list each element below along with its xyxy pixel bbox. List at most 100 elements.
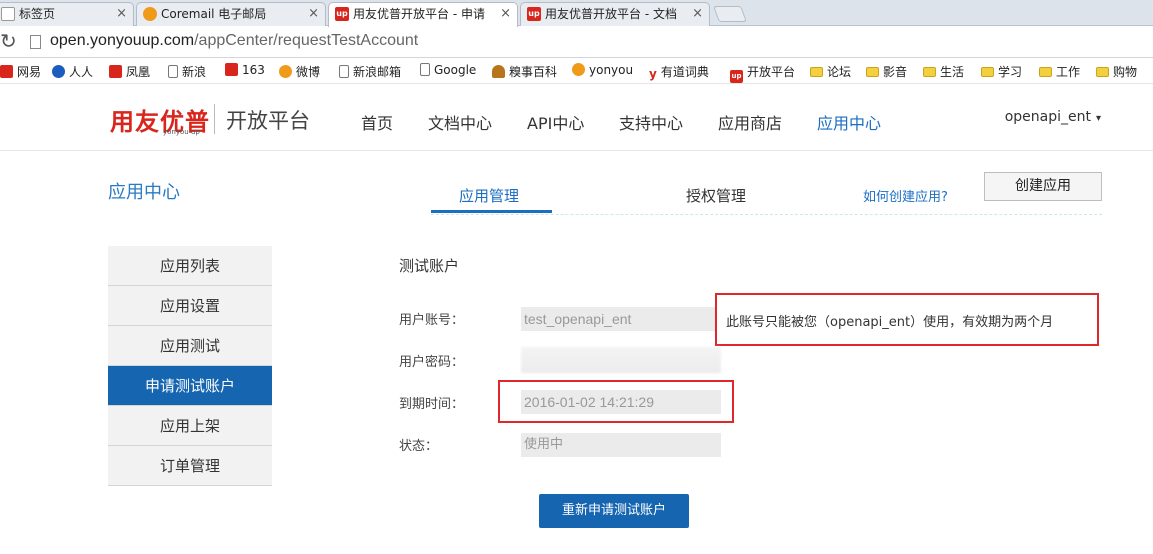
browser-tab-blank[interactable]: 标签页 × [0, 2, 134, 26]
url-field[interactable]: open.yonyouup.com/appCenter/requestTestA… [50, 32, 418, 50]
bookmark-sina[interactable]: 新浪 [168, 63, 206, 80]
nav-api[interactable]: API中心 [527, 110, 584, 134]
url-host: open.yonyouup.com [50, 32, 195, 49]
bookmark-folder-work[interactable]: 工作 [1039, 63, 1080, 80]
folder-icon [810, 67, 823, 77]
nav-app-store[interactable]: 应用商店 [718, 110, 782, 134]
page-title: 应用中心 [108, 182, 180, 203]
bookmark-label: 影音 [883, 65, 908, 79]
bookmark-google[interactable]: Google [420, 63, 476, 77]
create-app-button[interactable]: 创建应用 [984, 172, 1102, 201]
account-field: test_openapi_ent [521, 307, 715, 331]
bookmark-label: 网易 [17, 65, 42, 79]
bookmark-folder-media[interactable]: 影音 [866, 63, 907, 80]
bookmark-label: 微博 [296, 65, 321, 79]
bookmark-label: 新浪 [182, 65, 207, 79]
bookmark-renren[interactable]: 人人 [52, 63, 93, 80]
bookmark-folder-forum[interactable]: 论坛 [810, 63, 851, 80]
browser-tab-bar: 标签页 × Coremail 电子邮局 × up 用友优普开放平台 - 申请 ×… [0, 0, 1153, 27]
bookmark-sina-mail[interactable]: 新浪邮箱 [339, 63, 401, 80]
status-field: 使用中 [521, 433, 721, 457]
url-path: /appCenter/requestTestAccount [194, 32, 419, 49]
sidebar-item-app-list[interactable]: 应用列表 [108, 246, 272, 286]
sidebar-item-order-management[interactable]: 订单管理 [108, 446, 272, 486]
tab-label: Coremail 电子邮局 [161, 7, 267, 21]
platform-title: 开放平台 [226, 109, 310, 133]
yonyouup-icon: up [335, 7, 349, 21]
browser-tab-request-account[interactable]: up 用友优普开放平台 - 申请 × [328, 2, 518, 27]
user-menu[interactable]: openapi_ent ▾ [1005, 109, 1101, 125]
nav-home[interactable]: 首页 [361, 110, 393, 134]
bookmark-label: yonyou [589, 63, 634, 77]
annotation-box-expire [498, 380, 734, 423]
folder-icon [1096, 67, 1109, 77]
bookmark-netease[interactable]: 网易 [0, 63, 41, 80]
password-field-blurred [521, 347, 721, 373]
page-icon [30, 35, 41, 49]
bookmark-label: Google [434, 63, 477, 77]
browser-tab-coremail[interactable]: Coremail 电子邮局 × [136, 2, 326, 26]
bookmark-open-platform[interactable]: up 开放平台 [730, 63, 795, 83]
bookmark-label: 开放平台 [747, 65, 796, 79]
sidebar: 应用列表 应用设置 应用测试 申请测试账户 应用上架 订单管理 [108, 246, 272, 486]
brand-logo-subtitle: yonyou up [163, 128, 200, 136]
bookmark-label: 生活 [940, 65, 965, 79]
netease-icon [0, 65, 13, 78]
how-to-create-app-link[interactable]: 如何创建应用? [863, 186, 948, 205]
tab-label: 标签页 [19, 7, 56, 21]
bookmark-qiushibaike[interactable]: 糗事百科 [492, 63, 557, 80]
ifeng-icon [109, 65, 122, 78]
nav-app-center[interactable]: 应用中心 [817, 110, 881, 134]
close-tab-icon[interactable]: × [500, 3, 511, 25]
bookmark-youdao[interactable]: y 有道词典 [649, 63, 709, 81]
yonyouup-icon: up [527, 7, 541, 21]
page-icon [339, 65, 349, 78]
bookmark-folder-shopping[interactable]: 购物 [1096, 63, 1137, 80]
sidebar-item-request-test-account[interactable]: 申请测试账户 [108, 366, 272, 406]
logo-divider [214, 104, 215, 134]
bookmark-label: 163 [242, 63, 265, 77]
bookmark-folder-life[interactable]: 生活 [923, 63, 964, 80]
close-tab-icon[interactable]: × [308, 3, 319, 25]
close-tab-icon[interactable]: × [692, 3, 703, 25]
bookmarks-bar: 网易 人人 凤凰 新浪 163 微博 新浪邮箱 Google 糗事百科 yony… [0, 58, 1153, 84]
sidebar-item-app-publish[interactable]: 应用上架 [108, 406, 272, 446]
folder-icon [923, 67, 936, 77]
folder-icon [1039, 67, 1052, 77]
password-label: 用户密码： [399, 355, 465, 370]
page-icon [168, 65, 178, 78]
chevron-down-icon: ▾ [1095, 113, 1101, 124]
tab-authorization-management[interactable]: 授权管理 [686, 185, 746, 206]
bookmark-163[interactable]: 163 [225, 63, 265, 77]
weibo-icon [279, 65, 292, 78]
bookmark-label: 新浪邮箱 [353, 65, 402, 79]
youdao-icon: y [649, 67, 657, 81]
divider [431, 214, 1102, 215]
bookmark-weibo[interactable]: 微博 [279, 63, 320, 80]
nav-support[interactable]: 支持中心 [619, 110, 683, 134]
bookmark-label: 论坛 [827, 65, 852, 79]
nav-docs[interactable]: 文档中心 [428, 110, 492, 134]
tab-app-management[interactable]: 应用管理 [459, 185, 519, 206]
new-tab-button[interactable] [713, 6, 747, 22]
bookmark-ifeng[interactable]: 凤凰 [109, 63, 150, 80]
yonyouup-icon: up [730, 70, 743, 83]
tab-label: 用友优普开放平台 - 申请 [353, 7, 485, 21]
page-icon [420, 63, 430, 76]
sidebar-item-app-testing[interactable]: 应用测试 [108, 326, 272, 366]
bookmark-label: 糗事百科 [509, 65, 558, 79]
status-label: 状态： [399, 439, 439, 454]
browser-tab-docs[interactable]: up 用友优普开放平台 - 文档 × [520, 2, 710, 26]
username: openapi_ent [1004, 109, 1091, 125]
sidebar-item-app-settings[interactable]: 应用设置 [108, 286, 272, 326]
reapply-test-account-button[interactable]: 重新申请测试账户 [539, 494, 689, 528]
renren-icon [52, 65, 65, 78]
close-tab-icon[interactable]: × [116, 3, 127, 25]
account-label: 用户账号： [399, 313, 465, 328]
section-title: 测试账户 [399, 257, 460, 275]
reload-icon[interactable]: ↻ [0, 29, 17, 53]
qiushibaike-icon [492, 65, 505, 78]
163-icon [225, 63, 238, 76]
bookmark-folder-study[interactable]: 学习 [981, 63, 1022, 80]
bookmark-yonyou[interactable]: yonyou [572, 63, 633, 77]
